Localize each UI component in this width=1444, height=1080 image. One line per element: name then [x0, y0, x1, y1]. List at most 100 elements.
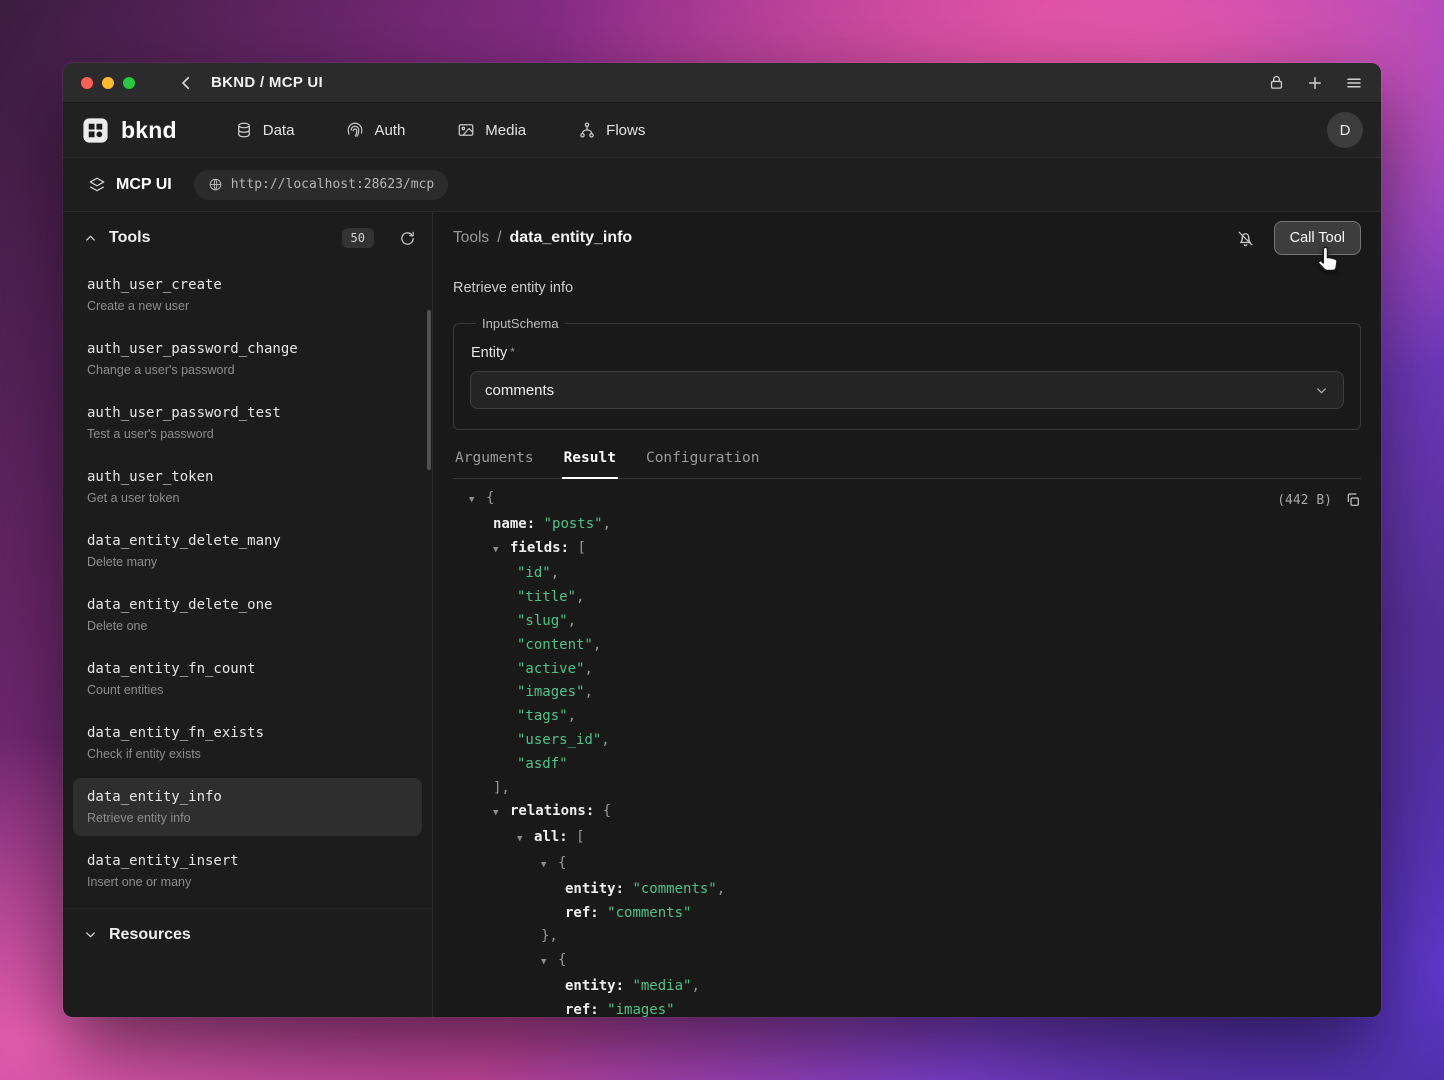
- result-meta: (442 B): [1277, 492, 1361, 508]
- json-key: entity:: [565, 978, 624, 994]
- entity-field-label: Entity*: [471, 345, 1344, 361]
- json-punctuation: [599, 905, 607, 921]
- sidebar-item-data_entity_insert[interactable]: data_entity_insertInsert one or many: [73, 842, 422, 900]
- menu-button[interactable]: [1345, 74, 1363, 92]
- json-line: ▼relations: {: [453, 800, 1361, 826]
- json-punctuation: ,: [568, 708, 576, 724]
- json-line: name: "posts",: [453, 513, 1361, 537]
- json-line: entity: "media",: [453, 975, 1361, 999]
- server-url-chip[interactable]: http://localhost:28623/mcp: [194, 170, 449, 200]
- app-header: bknd Data Auth Media Flows D: [63, 103, 1381, 158]
- breadcrumb: Tools / data_entity_info: [453, 229, 632, 247]
- json-punctuation: ],: [493, 780, 510, 796]
- sidebar-item-data_entity_delete_many[interactable]: data_entity_delete_manyDelete many: [73, 522, 422, 580]
- json-line: "asdf": [453, 753, 1361, 777]
- json-punctuation: [599, 1002, 607, 1017]
- tab-configuration[interactable]: Configuration: [644, 450, 762, 478]
- json-string: "media": [632, 978, 691, 994]
- input-schema-fieldset: InputSchema Entity* comments: [453, 316, 1361, 430]
- sidebar-item-data_entity_fn_count[interactable]: data_entity_fn_count Count entities: [73, 650, 422, 708]
- tab-result[interactable]: Result: [562, 450, 618, 479]
- refresh-tools-button[interactable]: [399, 230, 416, 247]
- sidebar-item-auth_user_password_change[interactable]: auth_user_password_change Change a user's…: [73, 330, 422, 388]
- subheader: MCP UI http://localhost:28623/mcp: [63, 158, 1381, 212]
- entity-select[interactable]: comments: [470, 371, 1344, 409]
- json-punctuation: [: [569, 540, 586, 556]
- json-punctuation: [535, 516, 543, 532]
- json-punctuation: {: [558, 855, 566, 871]
- json-line: ref: "images": [453, 999, 1361, 1017]
- json-string: "tags": [517, 708, 568, 724]
- json-line: ▼all: [: [453, 826, 1361, 852]
- sidebar-item-data_entity_info[interactable]: data_entity_infoRetrieve entity info: [73, 778, 422, 836]
- copy-result-button[interactable]: [1345, 492, 1361, 508]
- json-punctuation: ,: [584, 661, 592, 677]
- collapse-toggle-icon[interactable]: ▼: [541, 951, 558, 975]
- brand[interactable]: bknd: [81, 116, 177, 145]
- plus-icon: [1306, 74, 1324, 92]
- nav-item-media[interactable]: Media: [457, 121, 526, 139]
- nav-label-flows: Flows: [606, 122, 645, 139]
- tool-name: data_entity_delete_many: [87, 533, 408, 549]
- chevron-up-icon: [83, 231, 98, 246]
- collapse-toggle-icon[interactable]: ▼: [541, 854, 558, 878]
- sidebar-item-auth_user_token[interactable]: auth_user_tokenGet a user token: [73, 458, 422, 516]
- json-punctuation: ,: [601, 732, 609, 748]
- json-punctuation: ,: [551, 565, 559, 581]
- json-string: "title": [517, 589, 576, 605]
- tool-name: auth_user_token: [87, 469, 408, 485]
- tool-description: Delete one: [87, 619, 408, 633]
- nav-item-auth[interactable]: Auth: [346, 121, 405, 139]
- json-string: "images": [517, 684, 584, 700]
- user-avatar[interactable]: D: [1327, 112, 1363, 148]
- minimize-window-button[interactable]: [102, 77, 114, 89]
- json-key: entity:: [565, 881, 624, 897]
- sidebar-item-data_entity_fn_exists[interactable]: data_entity_fn_existsCheck if entity exi…: [73, 714, 422, 772]
- collapse-toggle-icon[interactable]: ▼: [493, 539, 510, 563]
- collapse-toggle-icon[interactable]: ▼: [517, 828, 534, 852]
- tool-name: auth_user_password_change: [87, 341, 408, 357]
- json-line: ▼{: [453, 852, 1361, 878]
- json-line: "title",: [453, 586, 1361, 610]
- json-line: ▼{: [453, 487, 1361, 513]
- sidebar-item-data_entity_delete_one[interactable]: data_entity_delete_oneDelete one: [73, 586, 422, 644]
- json-string: "posts": [544, 516, 603, 532]
- json-line: "tags",: [453, 705, 1361, 729]
- tool-description: Count entities: [87, 683, 408, 697]
- collapse-toggle-icon[interactable]: ▼: [469, 489, 486, 513]
- nav-item-data[interactable]: Data: [235, 121, 295, 139]
- json-line: "active",: [453, 658, 1361, 682]
- tool-description: Check if entity exists: [87, 747, 408, 761]
- notifications-off-button[interactable]: [1236, 229, 1255, 248]
- result-panel: (442 B) ▼{name: "posts",▼fields: ["id","…: [453, 479, 1361, 1017]
- new-tab-button[interactable]: [1306, 74, 1324, 92]
- tab-arguments[interactable]: Arguments: [453, 450, 536, 478]
- tool-name: data_entity_fn_count: [87, 661, 408, 677]
- window-title: BKND / MCP UI: [211, 74, 323, 91]
- traffic-lights: [81, 77, 135, 89]
- json-key: ref:: [565, 905, 599, 921]
- tools-section-header[interactable]: Tools 50: [63, 212, 432, 264]
- json-line: },: [453, 925, 1361, 949]
- hand-pointer-icon: [1315, 245, 1342, 276]
- titlebar: BKND / MCP UI: [63, 63, 1381, 103]
- sidebar-item-auth_user_password_test[interactable]: auth_user_password_testTest a user's pas…: [73, 394, 422, 452]
- back-button[interactable]: [177, 74, 195, 92]
- collapse-toggle-icon[interactable]: ▼: [493, 802, 510, 826]
- input-schema-legend: InputSchema: [476, 316, 565, 331]
- sidebar-scrollbar[interactable]: [427, 310, 431, 470]
- sidebar-item-auth_user_create[interactable]: auth_user_createCreate a new user: [73, 266, 422, 324]
- json-punctuation: {: [486, 490, 494, 506]
- maximize-window-button[interactable]: [123, 77, 135, 89]
- nav-item-flows[interactable]: Flows: [578, 121, 645, 139]
- lock-button[interactable]: [1268, 74, 1285, 91]
- tool-description: Change a user's password: [87, 363, 408, 377]
- resources-section-header[interactable]: Resources: [63, 908, 432, 960]
- chevron-left-icon: [177, 74, 195, 92]
- json-line: "content",: [453, 634, 1361, 658]
- close-window-button[interactable]: [81, 77, 93, 89]
- tool-description: Insert one or many: [87, 875, 408, 889]
- breadcrumb-root[interactable]: Tools: [453, 229, 489, 247]
- json-string: "asdf": [517, 756, 568, 772]
- refresh-icon: [399, 230, 416, 247]
